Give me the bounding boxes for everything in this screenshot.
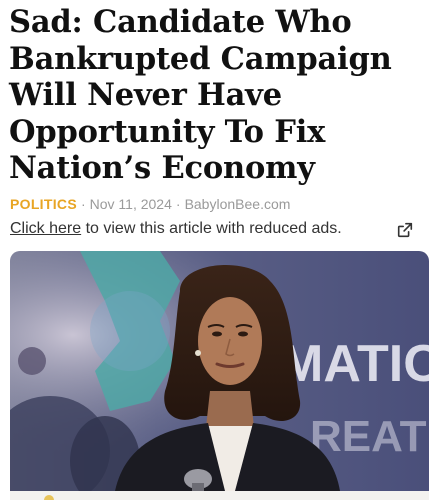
article-meta: POLITICS · Nov 11, 2024 · BabylonBee.com: [10, 196, 290, 212]
meta-separator: ·: [175, 196, 181, 212]
external-link-icon[interactable]: [396, 221, 414, 239]
meta-separator: ·: [80, 196, 86, 212]
article-date: Nov 11, 2024: [89, 196, 172, 212]
avatar-dot: [44, 495, 54, 500]
headline-line: Opportunity To Fix: [9, 113, 326, 150]
article-page: Sad: Candidate Who Bankrupted Campaign W…: [0, 0, 439, 500]
reduced-ads-banner: Click here to view this article with red…: [10, 220, 428, 242]
hero-photo: MATIO REAT: [10, 251, 429, 491]
background-sign-text: MATIO: [280, 335, 429, 393]
article-headline: Sad: Candidate Who Bankrupted Campaign W…: [9, 4, 434, 187]
headline-line: Sad: Candidate Who: [9, 4, 352, 40]
article-hero-image[interactable]: MATIO REAT: [10, 251, 429, 491]
next-section-preview: [10, 491, 429, 500]
click-here-link[interactable]: Click here: [10, 220, 81, 237]
headline-line: Bankrupted Campaign: [9, 40, 392, 77]
reduced-ads-text: to view this article with reduced ads.: [81, 220, 342, 237]
background-sign-text-2: REAT: [310, 412, 427, 461]
headline-line: Will Never Have: [9, 77, 282, 113]
article-source: BabylonBee.com: [184, 196, 291, 212]
headline-line: Nation’s Economy: [9, 150, 315, 186]
category-link[interactable]: POLITICS: [10, 196, 77, 212]
